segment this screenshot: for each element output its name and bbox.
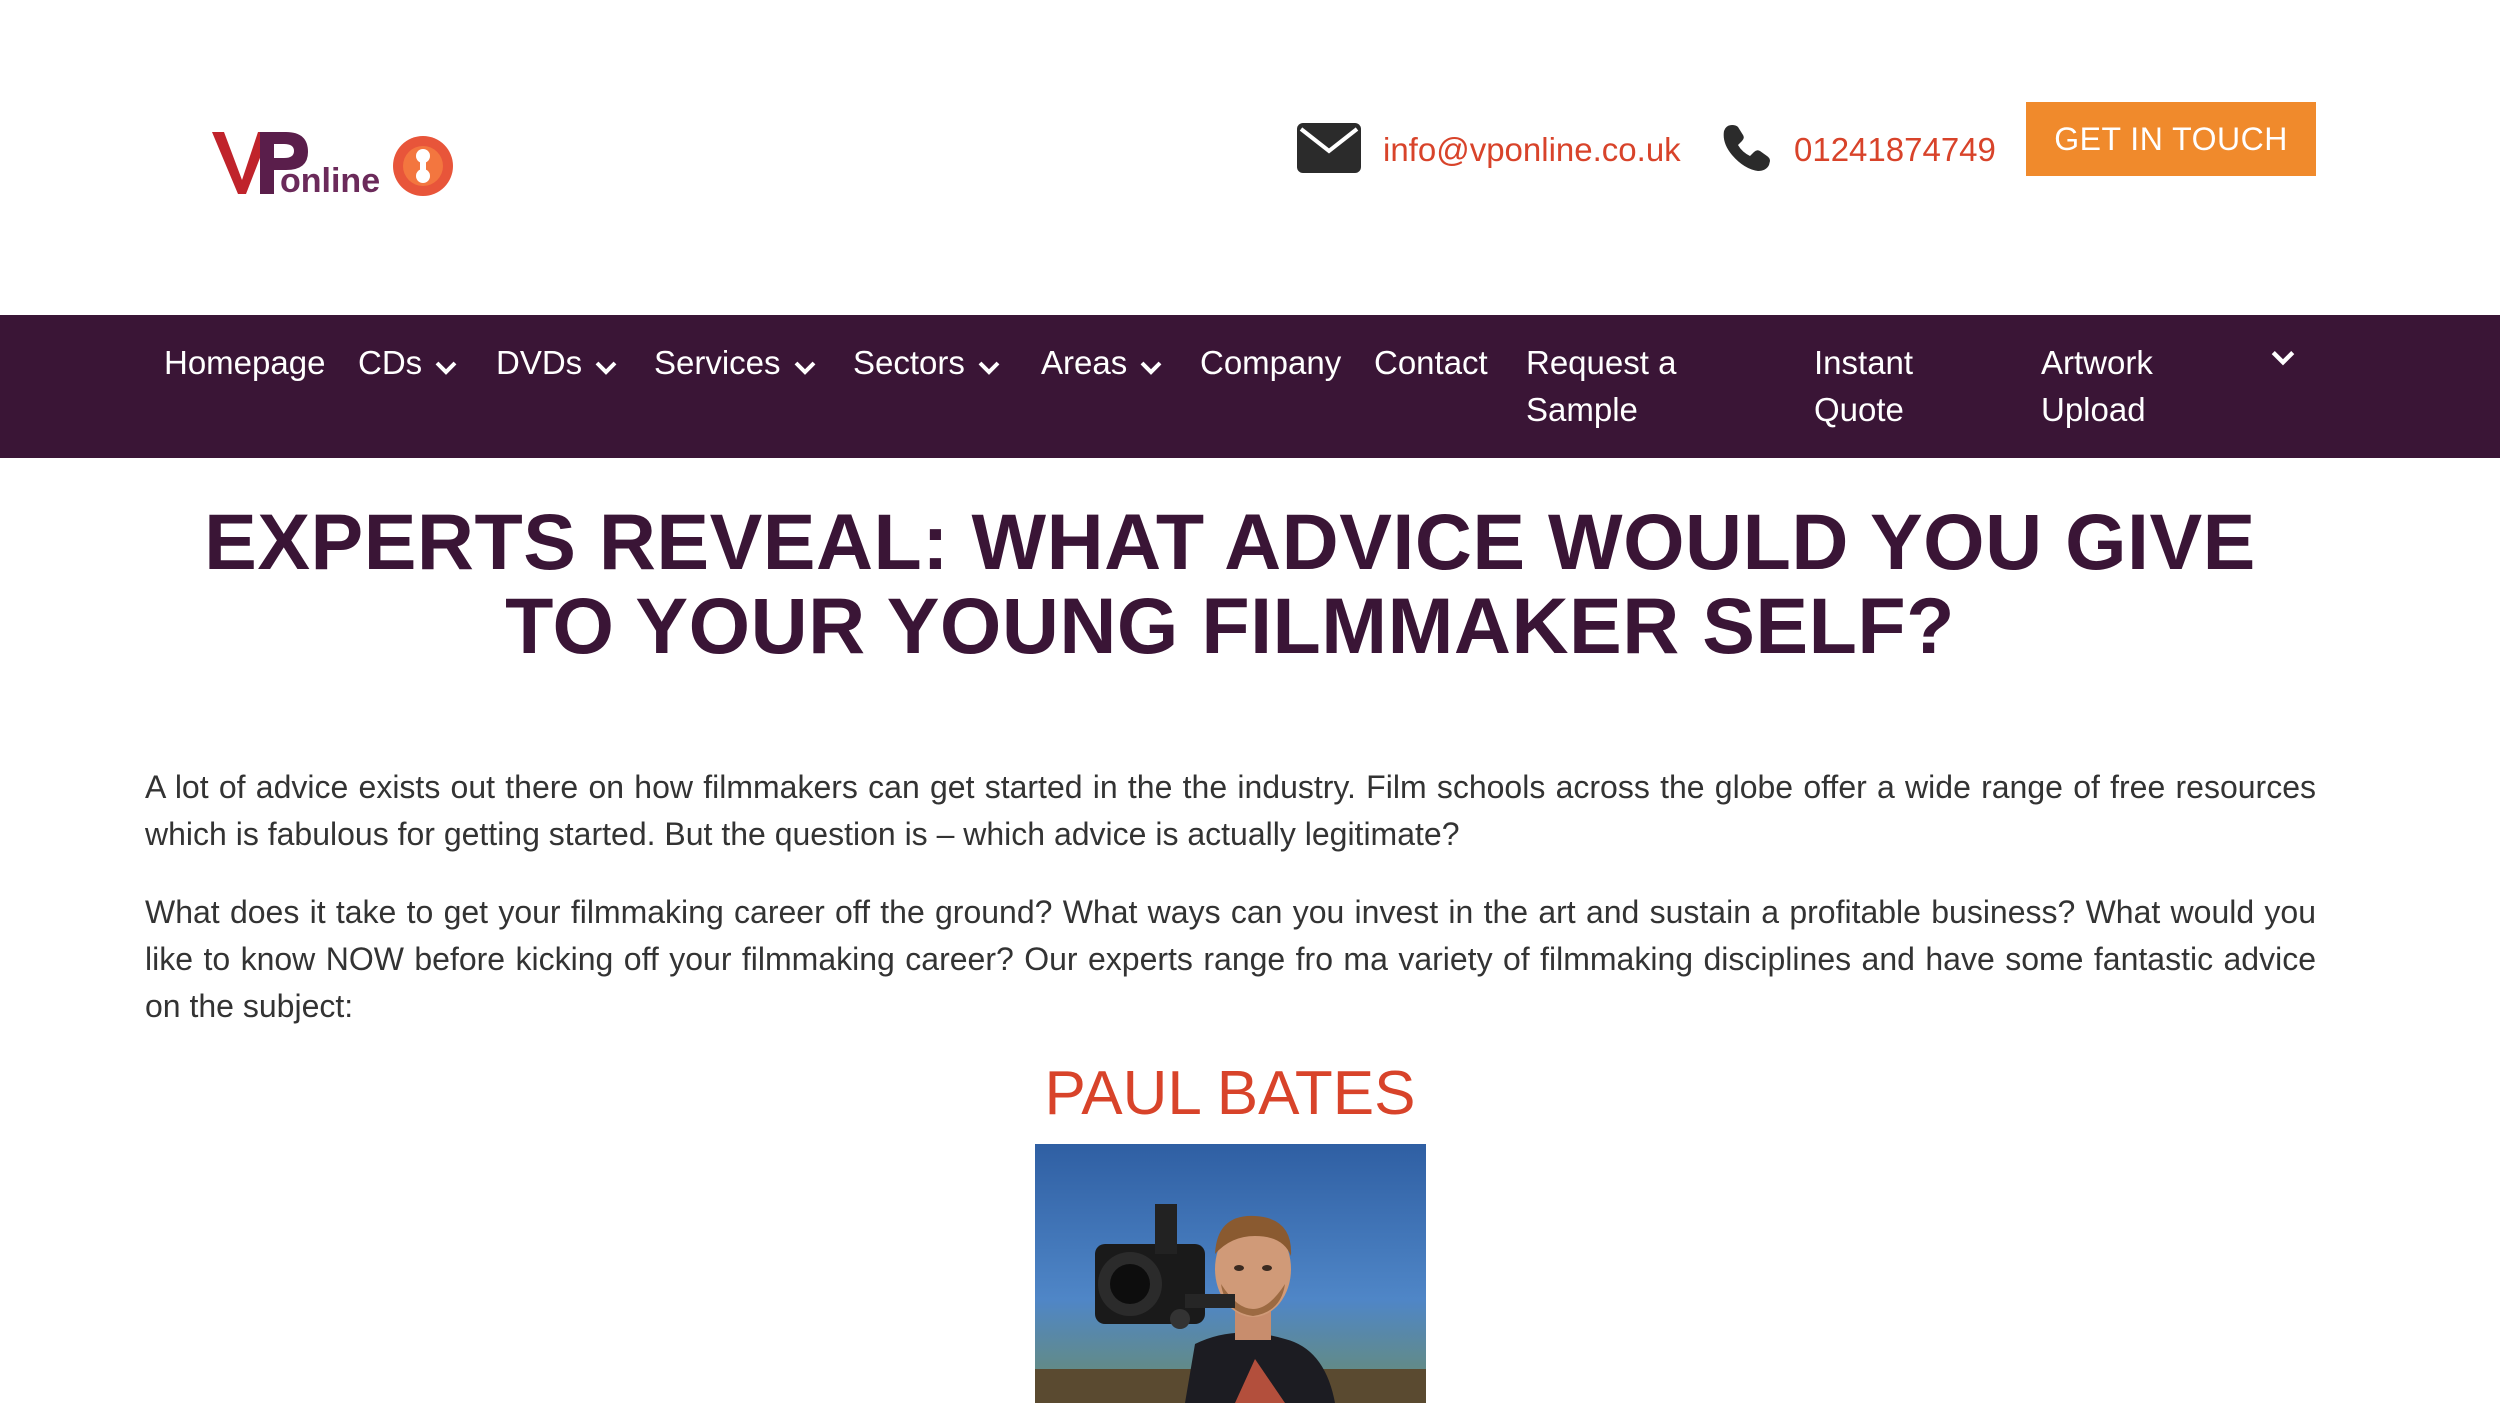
chevron-down-icon — [793, 345, 817, 392]
logo-graphic: online — [212, 132, 453, 200]
nav-item-artwork-upload[interactable]: Artwork Upload — [2041, 339, 2161, 433]
nav-item-homepage[interactable]: Homepage — [164, 339, 325, 386]
nav-item-label: Artwork Upload — [2041, 344, 2153, 428]
phone-number: 01241874749 — [1794, 131, 1996, 168]
nav-item-cds[interactable]: CDs — [358, 339, 458, 392]
expert-name-heading: PAUL BATES — [1044, 1059, 1416, 1128]
site-logo[interactable]: online — [210, 118, 460, 204]
page: online info@vponline.co.uk 01241874749 G… — [0, 0, 2500, 1403]
email-link[interactable]: info@vponline.co.uk — [1297, 120, 1681, 180]
chevron-down-icon — [977, 345, 1001, 392]
chevron-down-icon — [594, 345, 618, 392]
main-nav: Homepage CDs DVDs Services Sectors Areas… — [0, 315, 2500, 458]
page-title: EXPERTS REVEAL: WHAT ADVICE WOULD YOU GI… — [204, 497, 2256, 670]
logo-wordmark: online — [280, 162, 380, 200]
nav-item-services[interactable]: Services — [654, 339, 817, 392]
nav-item-dvds[interactable]: DVDs — [496, 339, 618, 392]
nav-item-label: Request a Sample — [1526, 344, 1677, 428]
nav-item-instant-quote[interactable]: Instant Quote — [1814, 339, 1934, 433]
intro-paragraph: What does it take to get your filmmaking… — [145, 894, 2316, 1024]
intro-paragraph: A lot of advice exists out there on how … — [145, 769, 2316, 852]
phone-link[interactable]: 01241874749 — [1722, 120, 1996, 180]
expert-photo — [1035, 1144, 1426, 1403]
nav-item-label: Homepage — [164, 344, 326, 381]
nav-item-request-a-sample[interactable]: Request a Sample — [1526, 339, 1686, 433]
email-address: info@vponline.co.uk — [1383, 131, 1681, 168]
chevron-down-icon — [1139, 345, 1163, 392]
chevron-down-icon[interactable] — [2270, 345, 2296, 376]
nav-item-label: Sectors — [853, 344, 965, 381]
phone-icon — [1722, 123, 1772, 178]
nav-item-label: CDs — [358, 344, 423, 381]
nav-item-sectors[interactable]: Sectors — [853, 339, 1001, 392]
nav-item-label: Contact — [1374, 344, 1488, 381]
nav-item-label: Instant Quote — [1814, 344, 1914, 428]
nav-item-areas[interactable]: Areas — [1041, 339, 1163, 392]
nav-item-label: Services — [654, 344, 781, 381]
nav-item-company[interactable]: Company — [1200, 339, 1341, 386]
nav-item-contact[interactable]: Contact — [1374, 339, 1488, 386]
nav-item-label: Company — [1200, 344, 1342, 381]
get-in-touch-button[interactable]: GET IN TOUCH — [2026, 102, 2316, 176]
chevron-down-icon — [434, 345, 458, 392]
nav-item-label: Areas — [1041, 344, 1128, 381]
envelope-icon — [1297, 122, 1361, 178]
site-header: online info@vponline.co.uk 01241874749 G… — [0, 0, 2500, 315]
nav-item-label: DVDs — [496, 344, 583, 381]
